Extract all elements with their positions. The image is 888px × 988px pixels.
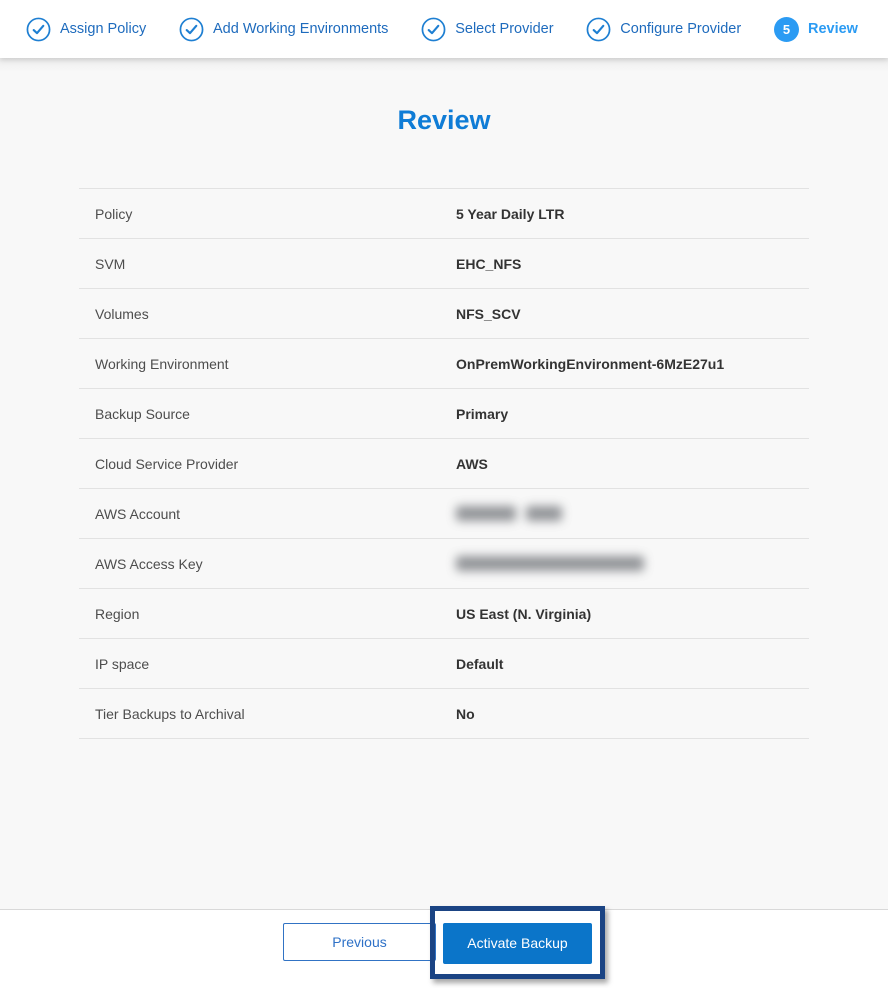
review-row-value: US East (N. Virginia) xyxy=(456,605,592,622)
step-completed-check-icon xyxy=(179,17,204,42)
wizard-stepper: Assign Policy Add Working Environments S xyxy=(0,0,888,58)
review-row: Tier Backups to Archival No xyxy=(79,689,809,739)
review-row-label: Tier Backups to Archival xyxy=(95,705,245,722)
review-row-label: Region xyxy=(95,605,140,622)
review-row-value: OnPremWorkingEnvironment-6MzE27u1 xyxy=(456,355,725,372)
review-row: AWS Access Key xyxy=(79,539,809,589)
step-label: Review xyxy=(807,21,858,37)
step-label: Configure Provider xyxy=(620,21,742,37)
wizard-step-review[interactable]: 5 Review xyxy=(773,16,858,42)
review-row-value: 5 Year Daily LTR xyxy=(456,205,565,222)
review-row-value: No xyxy=(456,705,475,722)
redacted-value-blur xyxy=(456,506,516,521)
step-completed-check-icon xyxy=(586,17,611,42)
review-row-label: Backup Source xyxy=(95,405,190,422)
review-row: SVM EHC_NFS xyxy=(79,239,809,289)
wizard-step-assign-policy[interactable]: Assign Policy xyxy=(26,17,146,42)
step-completed-check-icon xyxy=(421,17,446,42)
step-number-badge: 5 xyxy=(773,16,799,42)
review-row-value-redacted xyxy=(456,556,809,571)
review-row-label: Policy xyxy=(95,205,133,222)
redacted-value-blur xyxy=(456,556,644,571)
review-row: Working Environment OnPremWorkingEnviron… xyxy=(79,339,809,389)
wizard-step-configure-provider[interactable]: Configure Provider xyxy=(586,17,741,42)
review-row-label: Cloud Service Provider xyxy=(95,455,239,472)
activate-backup-button[interactable]: Activate Backup xyxy=(443,922,592,964)
step-completed-check-icon xyxy=(26,17,51,42)
review-row-value: AWS xyxy=(456,455,488,472)
previous-button[interactable]: Previous xyxy=(283,923,436,961)
review-row-label: Volumes xyxy=(95,305,149,322)
review-row-value: Primary xyxy=(456,405,509,422)
page-title: Review xyxy=(397,105,491,135)
review-row-label: AWS Access Key xyxy=(95,555,203,572)
wizard-step-add-working-environments[interactable]: Add Working Environments xyxy=(179,17,388,42)
review-row: Cloud Service Provider AWS xyxy=(79,439,809,489)
review-row: AWS Account xyxy=(79,489,809,539)
review-row: Volumes NFS_SCV xyxy=(79,289,809,339)
review-row-value-redacted xyxy=(456,506,809,521)
review-row: Backup Source Primary xyxy=(79,389,809,439)
annotation-highlight-box: Activate Backup xyxy=(430,905,605,979)
review-row: IP space Default xyxy=(79,639,809,689)
wizard-step-select-provider[interactable]: Select Provider xyxy=(421,17,554,42)
review-row-label: AWS Account xyxy=(95,505,181,522)
step-label: Select Provider xyxy=(455,21,554,37)
redacted-value-blur xyxy=(526,506,562,521)
review-row: Region US East (N. Virginia) xyxy=(79,589,809,639)
review-row-value: Default xyxy=(456,655,504,672)
review-row-label: SVM xyxy=(95,255,126,272)
review-row-label: Working Environment xyxy=(95,355,229,372)
review-row-value: NFS_SCV xyxy=(456,305,521,322)
step-label: Assign Policy xyxy=(60,21,147,37)
step-label: Add Working Environments xyxy=(213,21,389,37)
footer-bar: Previous Activate Backup xyxy=(0,905,888,988)
review-row-label: IP space xyxy=(95,655,150,672)
review-row: Policy 5 Year Daily LTR xyxy=(79,189,809,239)
review-row-value: EHC_NFS xyxy=(456,255,522,272)
review-summary-table: Policy 5 Year Daily LTR SVM EHC_NFS Volu… xyxy=(79,188,809,739)
backup-wizard-page: Assign Policy Add Working Environments S xyxy=(0,0,888,988)
review-content: Review Policy 5 Year Daily LTR SVM EHC_N… xyxy=(0,58,888,910)
